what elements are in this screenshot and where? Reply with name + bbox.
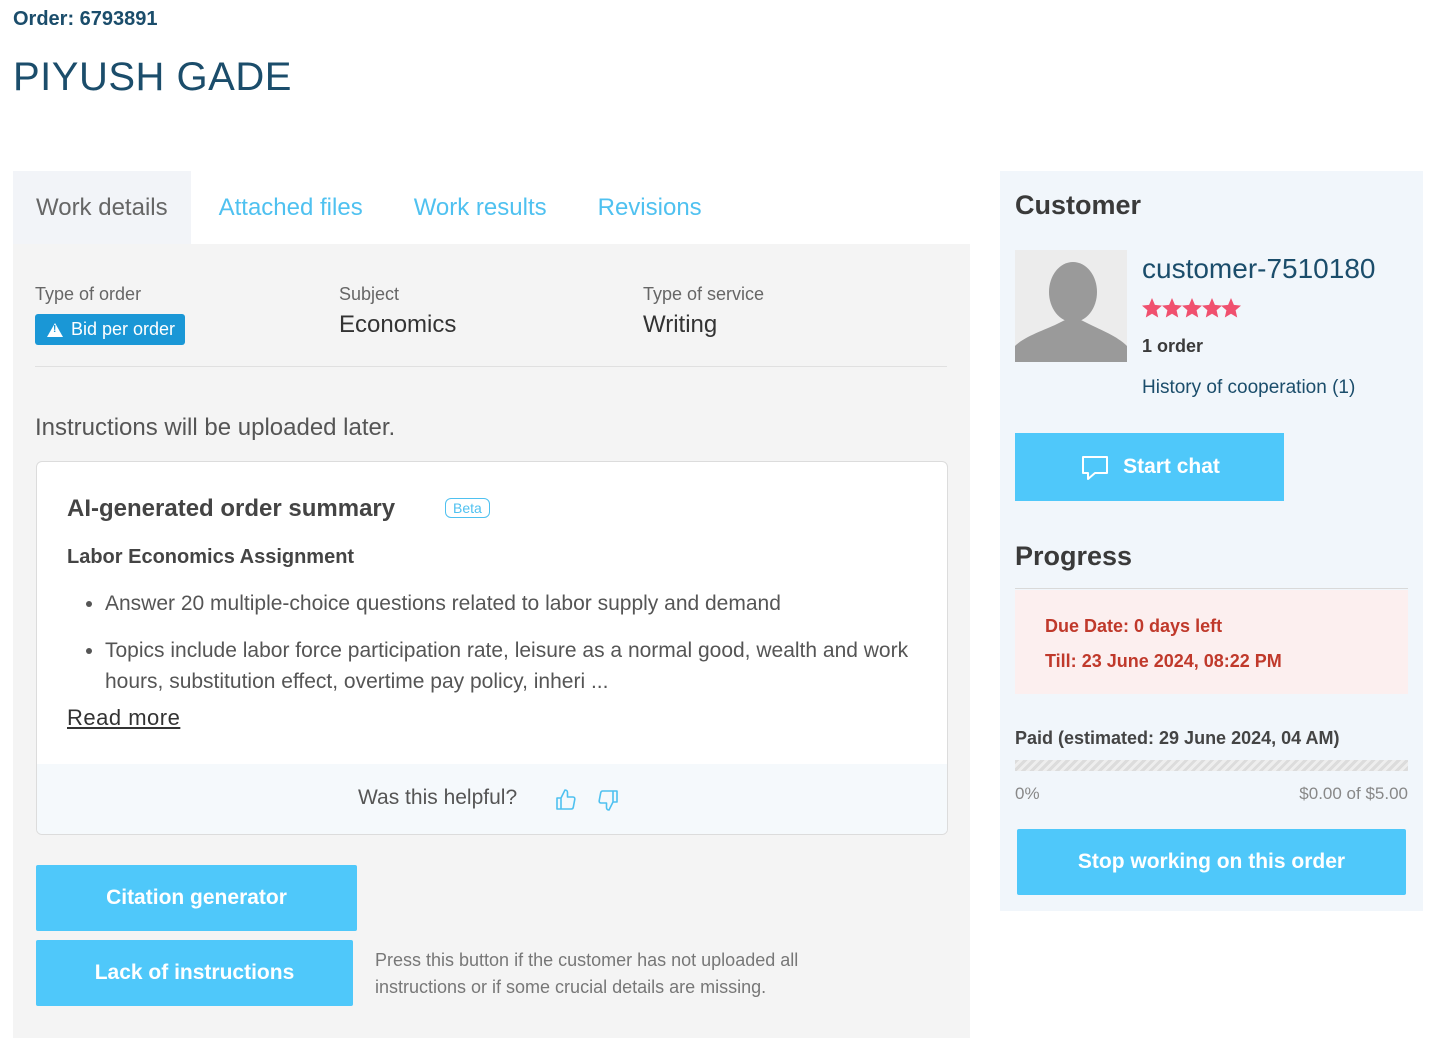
- customer-sidebar: Customer customer-7510180 1 order Histor…: [1000, 171, 1423, 911]
- payment-amount: $0.00 of $5.00: [1299, 784, 1408, 803]
- tab-work-results[interactable]: Work results: [391, 171, 570, 244]
- chat-bubble-icon: [1082, 456, 1109, 480]
- payment-percent: 0%: [1015, 784, 1040, 803]
- payment-progress-bar: [1015, 760, 1408, 771]
- tab-work-details[interactable]: Work details: [13, 171, 191, 244]
- ai-summary-title: AI-generated order summary: [67, 495, 396, 522]
- avatar: [1015, 250, 1127, 362]
- thumbs-up-icon[interactable]: [554, 788, 578, 812]
- rating-stars: [1142, 298, 1241, 318]
- warning-icon: [47, 322, 63, 337]
- type-of-order-label: Type of order: [35, 284, 142, 304]
- tab-bar: Work details Attached files Work results…: [13, 171, 970, 244]
- till-line: Till: 23 June 2024, 08:22 PM: [1045, 651, 1282, 672]
- beta-badge: Beta: [445, 498, 490, 518]
- feedback-bar: Was this helpful?: [37, 764, 947, 834]
- helpful-prompt: Was this helpful?: [358, 786, 518, 809]
- order-number: Order: 6793891: [13, 8, 158, 30]
- divider: [1015, 588, 1408, 589]
- service-value: Writing: [643, 311, 718, 338]
- orders-count: 1 order: [1142, 336, 1204, 356]
- thumbs-down-icon[interactable]: [596, 788, 620, 812]
- tab-revisions[interactable]: Revisions: [575, 171, 725, 244]
- type-of-service: Type of service Writing: [643, 284, 764, 339]
- lack-of-instructions-note: Press this button if the customer has no…: [375, 950, 799, 997]
- due-date-value: 0 days left: [1134, 616, 1223, 636]
- till-value: 23 June 2024, 08:22 PM: [1081, 651, 1282, 671]
- subject-value: Economics: [339, 311, 457, 338]
- due-date-label: Due Date:: [1045, 616, 1130, 636]
- user-silhouette-icon: [1015, 250, 1127, 362]
- start-chat-label: Start chat: [1123, 455, 1220, 478]
- list-item: Topics include labor force participation…: [105, 635, 947, 697]
- list-item: Answer 20 multiple-choice questions rela…: [105, 588, 947, 619]
- ai-summary-list: Answer 20 multiple-choice questions rela…: [67, 588, 947, 713]
- customer-heading: Customer: [1015, 190, 1142, 220]
- order-meta: Type of order Bid per order Subject Econ…: [35, 284, 947, 367]
- customer-handle[interactable]: customer-7510180: [1142, 253, 1375, 285]
- subject: Subject Economics: [339, 284, 456, 339]
- service-label: Type of service: [643, 284, 765, 304]
- till-label: Till:: [1045, 651, 1077, 671]
- bid-per-order-badge: Bid per order: [35, 314, 186, 345]
- ai-summary-card: AI-generated order summary Beta Labor Ec…: [36, 461, 948, 835]
- tab-attached-files[interactable]: Attached files: [196, 171, 386, 244]
- subject-label: Subject: [339, 284, 400, 304]
- history-of-cooperation-link[interactable]: History of cooperation (1): [1142, 377, 1355, 399]
- read-more-link[interactable]: Read more: [67, 705, 180, 731]
- citation-generator-button[interactable]: Citation generator: [36, 865, 357, 931]
- star-icons: [1142, 298, 1241, 318]
- progress-heading: Progress: [1015, 541, 1133, 571]
- type-of-order: Type of order Bid per order: [35, 284, 186, 345]
- bid-per-order-text: Bid per order: [71, 319, 176, 339]
- due-date-box: Due Date: 0 days left Till: 23 June 2024…: [1015, 590, 1408, 694]
- stop-working-button[interactable]: Stop working on this order: [1017, 829, 1406, 895]
- ai-summary-subtitle: Labor Economics Assignment: [67, 546, 355, 568]
- paid-estimate: Paid (estimated: 29 June 2024, 04 AM): [1015, 728, 1340, 748]
- lack-of-instructions-button[interactable]: Lack of instructions: [36, 940, 353, 1006]
- instructions-text: Instructions will be uploaded later.: [35, 414, 396, 441]
- page-title: PIYUSH GADE: [13, 55, 292, 99]
- due-date-line: Due Date: 0 days left: [1045, 616, 1222, 637]
- work-details-panel: Type of order Bid per order Subject Econ…: [13, 244, 970, 1038]
- start-chat-button[interactable]: Start chat: [1015, 433, 1284, 501]
